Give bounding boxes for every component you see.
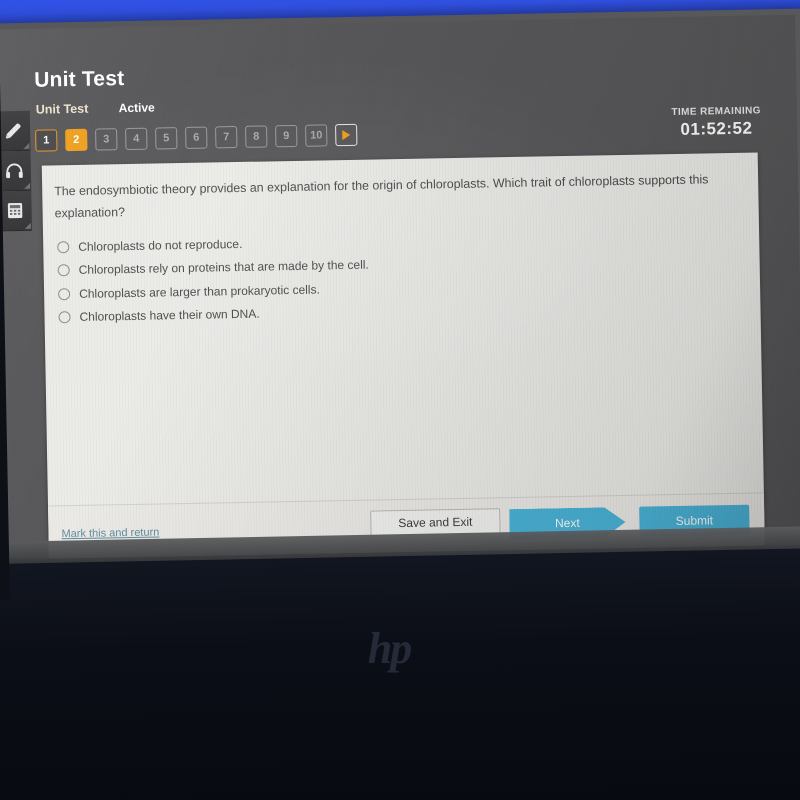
pencil-tool-button[interactable] xyxy=(0,110,31,152)
page-button-9[interactable]: 9 xyxy=(275,124,298,148)
hp-logo: hp xyxy=(367,624,412,673)
next-page-button[interactable] xyxy=(335,123,358,147)
pencil-icon xyxy=(3,120,24,141)
page-title: Unit Test xyxy=(33,67,125,92)
answer-option-label-4: Chloroplasts have their own DNA. xyxy=(79,306,260,325)
radio-button-2[interactable] xyxy=(57,264,70,277)
screen-content: Unit Test Unit Test Active TIME REMAININ… xyxy=(0,14,800,560)
calculator-icon xyxy=(5,201,24,220)
tool-rail xyxy=(0,110,32,232)
page-button-6[interactable]: 6 xyxy=(185,126,208,149)
page-button-2[interactable]: 2 xyxy=(65,128,88,152)
time-remaining-label: TIME REMAINING xyxy=(671,105,761,119)
radio-button-1[interactable] xyxy=(57,240,70,254)
page-button-1[interactable]: 1 xyxy=(35,129,58,152)
page-button-10[interactable]: 10 xyxy=(305,124,328,147)
question-text: The endosymbiotic theory provides an exp… xyxy=(54,172,709,221)
next-arrow-icon xyxy=(342,129,351,141)
calculator-tool-button[interactable] xyxy=(0,190,32,232)
answer-options[interactable]: Chloroplasts do not reproduce. Chloropla… xyxy=(57,223,719,329)
time-remaining: TIME REMAINING 01:52:52 xyxy=(671,105,761,140)
radio-button-4[interactable] xyxy=(58,311,71,324)
status-badge: Active xyxy=(118,100,155,116)
question-card: The endosymbiotic theory provides an exp… xyxy=(41,152,766,560)
page-button-5[interactable]: 5 xyxy=(155,127,178,150)
page-button-3[interactable]: 3 xyxy=(95,128,118,151)
answer-option-label-3: Chloroplasts are larger than prokaryotic… xyxy=(78,282,320,301)
laptop-screen: Unit Test Unit Test Active TIME REMAININ… xyxy=(0,8,800,560)
answer-option-label-1: Chloroplasts do not reproduce. xyxy=(78,236,243,254)
answer-option-label-2: Chloroplasts rely on proteins that are m… xyxy=(78,257,369,278)
time-remaining-value: 01:52:52 xyxy=(680,118,753,139)
page-button-8[interactable]: 8 xyxy=(245,125,268,148)
audio-tool-button[interactable] xyxy=(0,150,32,192)
test-name-label: Unit Test xyxy=(35,101,89,117)
page-button-7[interactable]: 7 xyxy=(215,125,238,149)
photo-of-laptop-screen: Unit Test Unit Test Active TIME REMAININ… xyxy=(0,0,800,800)
radio-button-3[interactable] xyxy=(58,287,71,301)
headphones-icon xyxy=(4,160,25,181)
question-pagination[interactable]: 1 2 3 4 5 6 7 8 9 10 xyxy=(35,123,358,152)
page-button-4[interactable]: 4 xyxy=(125,127,148,151)
